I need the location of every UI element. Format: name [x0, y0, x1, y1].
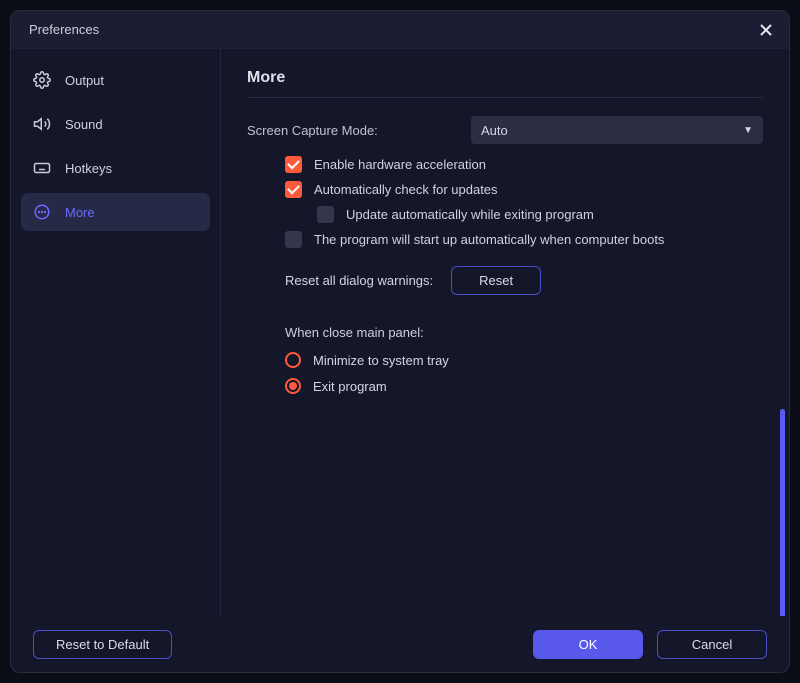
section-title: More [247, 69, 763, 98]
chevron-down-icon: ▼ [743, 125, 753, 136]
hw-accel-label: Enable hardware acceleration [314, 157, 486, 172]
reset-warnings-row: Reset all dialog warnings: Reset [285, 266, 763, 295]
close-panel-label: When close main panel: [285, 325, 763, 340]
sidebar-item-label: Output [65, 73, 104, 88]
hw-accel-checkbox[interactable] [285, 156, 302, 173]
cancel-button[interactable]: Cancel [657, 630, 767, 659]
ok-button[interactable]: OK [533, 630, 643, 659]
sidebar-item-more[interactable]: More [21, 193, 210, 231]
titlebar: Preferences [11, 11, 789, 49]
auto-update-label: Automatically check for updates [314, 182, 498, 197]
select-value: Auto [481, 123, 508, 138]
hw-accel-row: Enable hardware acceleration [285, 156, 763, 173]
minimize-tray-row: Minimize to system tray [285, 352, 763, 368]
sidebar-item-label: More [65, 205, 95, 220]
sidebar-item-sound[interactable]: Sound [21, 105, 210, 143]
update-on-exit-label: Update automatically while exiting progr… [346, 207, 594, 222]
screen-capture-label: Screen Capture Mode: [247, 123, 417, 138]
reset-default-button[interactable]: Reset to Default [33, 630, 172, 659]
start-on-boot-row: The program will start up automatically … [285, 231, 763, 248]
auto-update-checkbox[interactable] [285, 181, 302, 198]
scrollbar-thumb[interactable] [780, 409, 785, 616]
sidebar-item-label: Hotkeys [65, 161, 112, 176]
body: Output Sound Hotkeys More [11, 49, 789, 616]
content-panel: More Screen Capture Mode: Auto ▼ Enable … [221, 49, 789, 616]
sidebar-item-output[interactable]: Output [21, 61, 210, 99]
reset-warnings-label: Reset all dialog warnings: [285, 273, 433, 288]
update-on-exit-row: Update automatically while exiting progr… [317, 206, 763, 223]
exit-program-row: Exit program [285, 378, 763, 394]
close-icon[interactable] [755, 19, 777, 41]
exit-program-label: Exit program [313, 379, 387, 394]
keyboard-icon [33, 159, 51, 177]
footer: Reset to Default OK Cancel [11, 616, 789, 672]
window-title: Preferences [29, 22, 99, 37]
sidebar: Output Sound Hotkeys More [11, 49, 221, 616]
update-on-exit-checkbox[interactable] [317, 206, 334, 223]
exit-program-radio[interactable] [285, 378, 301, 394]
start-on-boot-checkbox[interactable] [285, 231, 302, 248]
more-icon [33, 203, 51, 221]
screen-capture-row: Screen Capture Mode: Auto ▼ [247, 116, 763, 144]
minimize-tray-label: Minimize to system tray [313, 353, 449, 368]
sidebar-item-hotkeys[interactable]: Hotkeys [21, 149, 210, 187]
minimize-tray-radio[interactable] [285, 352, 301, 368]
preferences-window: Preferences Output Sound [10, 10, 790, 673]
speaker-icon [33, 115, 51, 133]
gear-icon [33, 71, 51, 89]
sidebar-item-label: Sound [65, 117, 103, 132]
start-on-boot-label: The program will start up automatically … [314, 232, 664, 247]
screen-capture-select[interactable]: Auto ▼ [471, 116, 763, 144]
reset-button[interactable]: Reset [451, 266, 541, 295]
auto-update-row: Automatically check for updates [285, 181, 763, 198]
